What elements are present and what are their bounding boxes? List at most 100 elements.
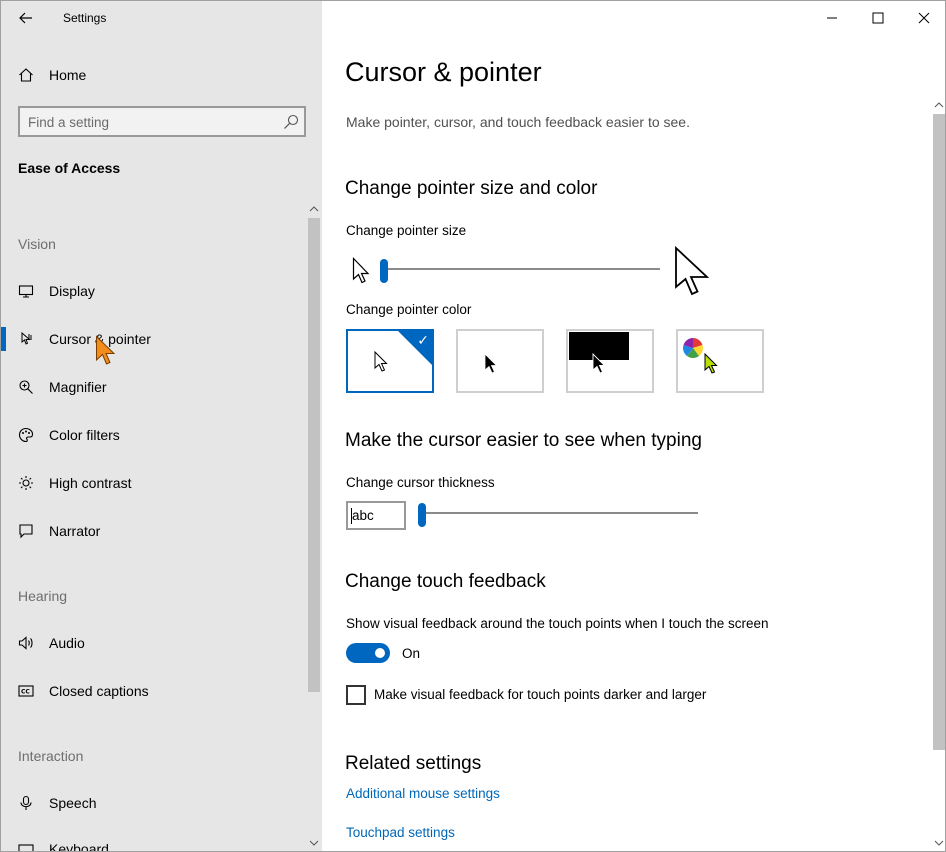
pointer-size-label: Change pointer size (346, 223, 467, 238)
pointer-size-slider[interactable] (380, 259, 660, 283)
title-bar: Settings (1, 1, 322, 35)
group-label-interaction: Interaction (18, 748, 84, 764)
speaker-icon (17, 634, 35, 652)
sidebar-item-magnifier[interactable]: Magnifier (1, 367, 306, 407)
pointer-color-label: Change pointer color (346, 302, 472, 317)
checkmark-icon: ✓ (417, 332, 429, 348)
page-description: Make pointer, cursor, and touch feedback… (346, 114, 690, 130)
sidebar-item-speech[interactable]: Speech (1, 783, 306, 823)
maximize-button[interactable] (855, 1, 901, 35)
search-icon[interactable] (283, 114, 299, 130)
app-title: Settings (63, 11, 107, 25)
darker-feedback-checkbox[interactable] (346, 685, 366, 705)
narrator-icon (17, 522, 35, 540)
palette-icon (17, 426, 35, 444)
sidebar-item-label: Keyboard (49, 841, 109, 852)
magnifier-icon (17, 378, 35, 396)
toggle-state-label: On (402, 646, 421, 661)
sidebar-item-high-contrast[interactable]: High contrast (1, 463, 306, 503)
pointer-section-heading: Change pointer size and color (345, 178, 598, 199)
home-label: Home (49, 67, 87, 83)
svg-text:CC: CC (21, 689, 30, 696)
touch-feedback-label: Show visual feedback around the touch po… (346, 616, 769, 631)
sidebar-item-label: Display (49, 283, 95, 299)
sidebar-item-label: High contrast (49, 475, 132, 491)
scrollbar-thumb[interactable] (933, 114, 945, 750)
close-icon (918, 12, 930, 24)
inverted-pointer-icon (592, 353, 606, 374)
text-cursor (351, 508, 352, 524)
sidebar-item-closed-captions[interactable]: CC Closed captions (1, 671, 306, 711)
display-icon (17, 282, 35, 300)
sidebar-item-label: Speech (49, 795, 97, 811)
scroll-up-icon[interactable] (934, 100, 944, 110)
sidebar-item-keyboard[interactable]: Keyboard (1, 829, 306, 852)
section-title: Ease of Access (18, 160, 121, 176)
closed-captions-icon: CC (17, 682, 35, 700)
maximize-icon (872, 12, 884, 24)
sidebar-item-display[interactable]: Display (1, 271, 306, 311)
color-wheel-icon (683, 338, 703, 358)
cursor-thickness-slider[interactable] (418, 503, 698, 527)
scrollbar-thumb[interactable] (308, 218, 320, 692)
sidebar-item-label: Closed captions (49, 683, 149, 699)
search-box[interactable] (18, 106, 306, 137)
sun-icon (17, 474, 35, 492)
cursor-preview-box: abc (346, 501, 406, 530)
sidebar-item-narrator[interactable]: Narrator (1, 511, 306, 551)
cursor-preview-text: abc (352, 508, 374, 523)
scroll-up-icon[interactable] (309, 204, 319, 214)
selected-indicator (1, 327, 6, 351)
slider-thumb[interactable] (380, 259, 388, 283)
pointer-color-inverted-option[interactable] (566, 329, 654, 393)
pointer-color-white-option[interactable]: ✓ (346, 329, 434, 393)
sidebar-item-label: Narrator (49, 523, 101, 539)
keyboard-icon (17, 840, 35, 851)
pointer-color-custom-option[interactable] (676, 329, 764, 393)
touch-section-heading: Change touch feedback (345, 571, 546, 592)
sidebar-scrollbar[interactable] (306, 204, 321, 851)
minimize-icon (827, 17, 837, 19)
scroll-down-icon[interactable] (309, 838, 319, 848)
cursor-thickness-label: Change cursor thickness (346, 475, 495, 490)
page-title: Cursor & pointer (345, 57, 542, 87)
related-settings-heading: Related settings (345, 753, 482, 774)
sidebar-item-label: Magnifier (49, 379, 107, 395)
main-scrollbar[interactable] (931, 98, 945, 851)
search-input[interactable] (28, 113, 268, 131)
sidebar-item-label: Color filters (49, 427, 120, 443)
small-pointer-icon (352, 257, 370, 284)
pointer-color-black-option[interactable] (456, 329, 544, 393)
close-button[interactable] (901, 1, 945, 35)
custom-pointer-icon (704, 353, 718, 374)
toggle-knob (375, 648, 385, 658)
sidebar-item-label: Audio (49, 635, 85, 651)
large-pointer-icon (675, 246, 710, 296)
back-arrow-icon (19, 12, 32, 24)
minimize-button[interactable] (809, 1, 855, 35)
black-pointer-icon (484, 353, 498, 374)
slider-track (418, 512, 698, 514)
sidebar-item-color-filters[interactable]: Color filters (1, 415, 306, 455)
slider-thumb[interactable] (418, 503, 426, 527)
sidebar-item-cursor-pointer[interactable]: Cursor & pointer (1, 319, 306, 359)
home-nav-item[interactable]: Home (1, 57, 322, 93)
sidebar: Settings Home Ease of Access Vision Disp… (1, 1, 322, 852)
touch-feedback-toggle[interactable] (346, 643, 390, 663)
microphone-icon (17, 794, 35, 812)
cursor-pointer-icon (17, 330, 35, 348)
cursor-section-heading: Make the cursor easier to see when typin… (345, 430, 702, 451)
additional-mouse-settings-link[interactable]: Additional mouse settings (346, 786, 500, 801)
group-label-vision: Vision (18, 236, 56, 252)
white-pointer-icon (374, 351, 388, 372)
main-content: Cursor & pointer Make pointer, cursor, a… (322, 1, 945, 851)
touchpad-settings-link[interactable]: Touchpad settings (346, 825, 455, 840)
slider-track (380, 268, 660, 270)
settings-window: Settings Home Ease of Access Vision Disp… (0, 0, 946, 852)
sidebar-item-audio[interactable]: Audio (1, 623, 306, 663)
group-label-hearing: Hearing (18, 588, 68, 604)
scroll-down-icon[interactable] (934, 838, 944, 848)
darker-feedback-label[interactable]: Make visual feedback for touch points da… (374, 687, 706, 702)
back-button[interactable] (13, 7, 39, 29)
mouse-pointer-icon (96, 335, 116, 365)
